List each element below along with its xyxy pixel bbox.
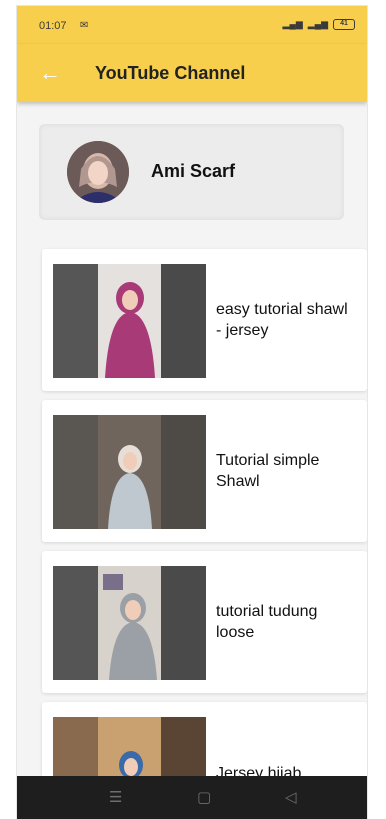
signal-icon: ▂▄▆	[307, 19, 328, 29]
video-title: easy tutorial shawl - jersey	[216, 301, 348, 339]
battery-icon: 41	[333, 19, 355, 30]
navigation-bar: ☰ ▢ ◁	[17, 776, 367, 819]
video-thumbnail	[53, 566, 206, 680]
status-time: 01:07	[39, 20, 67, 32]
video-title: Tutorial simple Shawl	[216, 452, 320, 490]
back-arrow-icon[interactable]: ←	[35, 58, 65, 88]
avatar	[67, 141, 129, 203]
channel-name: Ami Scarf	[151, 161, 236, 181]
menu-icon[interactable]: ☰	[109, 788, 122, 806]
home-icon[interactable]: ▢	[197, 788, 211, 806]
message-icon: ✉	[80, 20, 89, 31]
back-triangle-icon[interactable]: ◁	[285, 788, 297, 806]
video-card[interactable]: Tutorial simple Shawl	[42, 400, 367, 542]
video-card[interactable]: tutorial tudung loose	[42, 551, 367, 693]
channel-card[interactable]: Ami Scarf	[39, 124, 344, 220]
app-bar: ← YouTube Channel	[17, 44, 367, 102]
page-title: YouTube Channel	[95, 63, 246, 83]
video-title: tutorial tudung loose	[216, 603, 318, 641]
video-thumbnail	[53, 415, 206, 529]
status-bar: 01:07 ✉ ▂▄▆ ▂▄▆ 41	[17, 6, 367, 44]
network-icon: ▂▄▆	[282, 19, 303, 29]
status-icons: ▂▄▆ ▂▄▆ 41	[283, 19, 355, 30]
video-thumbnail	[53, 264, 206, 378]
phone-screen: 01:07 ✉ ▂▄▆ ▂▄▆ 41 ← YouTube Channel Ami…	[17, 6, 367, 819]
video-card[interactable]: easy tutorial shawl - jersey	[42, 249, 367, 391]
